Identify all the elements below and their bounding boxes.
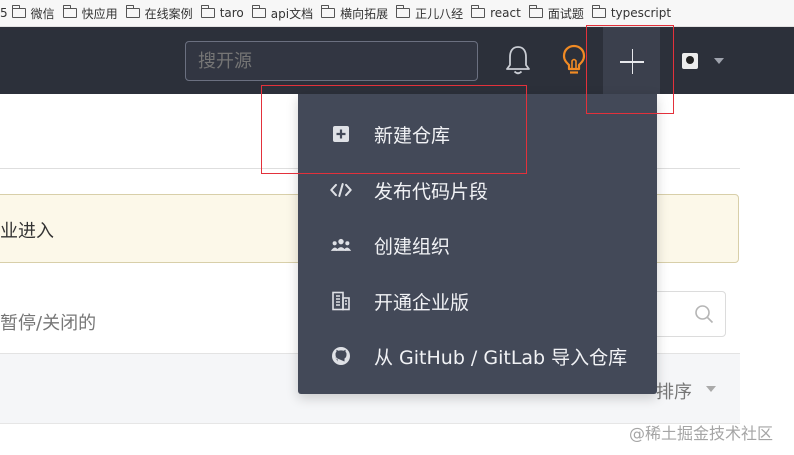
users-icon	[330, 235, 352, 255]
bookmark-horizontal[interactable]: 横向拓展	[321, 5, 388, 22]
menu-item-enterprise[interactable]: 开通企业版	[298, 276, 657, 326]
watermark: @稀土掘金技术社区	[629, 424, 774, 443]
filter-label[interactable]: 暂停/关闭的	[0, 309, 96, 335]
bookmark-label: 在线案例	[144, 6, 193, 21]
folder-icon	[62, 5, 77, 18]
folder-icon	[396, 5, 411, 18]
bookmark-react[interactable]: react	[471, 5, 521, 20]
folder-icon	[11, 5, 26, 18]
top-navbar	[0, 27, 794, 94]
avatar[interactable]	[682, 53, 698, 69]
bookmark-label: 正儿八经	[415, 6, 464, 21]
bookmark-typescript[interactable]: typescript	[591, 5, 672, 20]
menu-item-label: 发布代码片段	[374, 180, 489, 203]
sort-dropdown[interactable]: 排序	[656, 378, 692, 404]
bookmark-weixin[interactable]: 微信	[11, 5, 55, 22]
folder-icon	[200, 5, 215, 18]
bookmark-taro[interactable]: taro	[200, 5, 244, 20]
bookmark-label: typescript	[610, 6, 672, 20]
menu-item-import-repo[interactable]: 从 GitHub / GitLab 导入仓库	[298, 331, 657, 381]
bookmark-label: 微信	[30, 6, 55, 21]
bookmark-leading-text: 5	[0, 6, 8, 20]
bookmark-label: 横向拓展	[340, 6, 389, 21]
folder-icon	[125, 5, 140, 18]
bookmark-label: 快应用	[81, 6, 118, 21]
bookmark-interview[interactable]: 面试题	[528, 5, 584, 22]
menu-item-publish-snippet[interactable]: 发布代码片段	[298, 165, 657, 215]
github-icon	[330, 346, 352, 366]
bookmark-label: api文档	[270, 6, 314, 21]
folder-icon	[591, 5, 606, 18]
notice-text: 业进入	[0, 221, 54, 242]
lightbulb-icon[interactable]	[560, 43, 588, 77]
bookmarks-bar: 5 微信 快应用 在线案例 taro api文档 横向拓展 正儿八经 react…	[0, 0, 794, 27]
menu-item-label: 新建仓库	[374, 124, 451, 147]
screenshot-stage: 5 微信 快应用 在线案例 taro api文档 横向拓展 正儿八经 react…	[0, 0, 794, 455]
bell-icon[interactable]	[504, 44, 532, 76]
folder-icon	[471, 5, 486, 18]
code-icon	[330, 180, 352, 200]
bookmark-api-docs[interactable]: api文档	[251, 5, 314, 22]
bookmark-label: 面试题	[547, 6, 584, 21]
menu-item-create-org[interactable]: 创建组织	[298, 220, 657, 270]
menu-item-label: 创建组织	[374, 235, 451, 258]
folder-icon	[251, 5, 266, 18]
folder-icon	[528, 5, 543, 18]
search-icon[interactable]	[694, 304, 714, 324]
folder-icon	[321, 5, 336, 18]
caret-down-icon[interactable]	[714, 58, 724, 64]
building-icon	[330, 291, 352, 311]
bookmark-online-cases[interactable]: 在线案例	[125, 5, 193, 22]
plus-icon[interactable]	[603, 27, 660, 94]
search-input[interactable]	[185, 41, 478, 81]
bookmark-label: taro	[219, 6, 244, 20]
menu-item-new-repo[interactable]: 新建仓库	[298, 109, 657, 159]
bookmark-serious[interactable]: 正儿八经	[396, 5, 463, 22]
menu-item-label: 开通企业版	[374, 291, 470, 314]
bookmark-label: react	[490, 6, 521, 20]
create-dropdown-menu: 新建仓库 发布代码片段 创建组织 开通企业版 从 GitHub / GitLab…	[298, 94, 657, 394]
plus-square-icon	[330, 124, 352, 144]
bookmark-quickapp[interactable]: 快应用	[62, 5, 118, 22]
caret-down-icon[interactable]	[706, 386, 716, 392]
menu-item-label: 从 GitHub / GitLab 导入仓库	[374, 346, 628, 369]
